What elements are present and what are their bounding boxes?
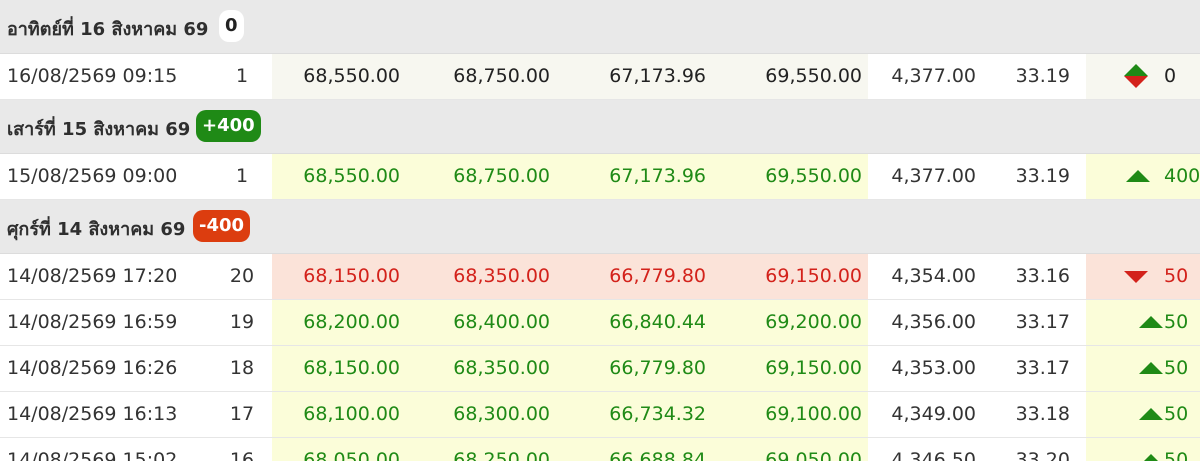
price-value-5: 4,353.00 xyxy=(868,346,982,391)
triangle-up-icon xyxy=(1126,170,1150,182)
price-value-4: 69,550.00 xyxy=(712,54,868,99)
price-value-2: 68,250.00 xyxy=(406,438,556,461)
price-value-1: 68,550.00 xyxy=(272,54,406,99)
day-change-badge: 0 xyxy=(219,10,244,42)
change-value: 400 xyxy=(1164,165,1200,187)
change-value: 50 xyxy=(1164,357,1189,379)
round-number: 18 xyxy=(229,357,255,379)
price-value-1: 68,550.00 xyxy=(272,154,406,199)
round-number: 17 xyxy=(229,403,255,425)
price-value-3: 66,840.44 xyxy=(556,300,712,345)
day-title: เสาร์ที่ 15 สิงหาคม 69 xyxy=(7,119,191,140)
change-value: 0 xyxy=(1164,65,1177,87)
price-value-6: 33.19 xyxy=(982,154,1076,199)
triangle-up-icon xyxy=(1139,408,1163,420)
price-value-6: 33.16 xyxy=(982,254,1076,299)
up-down-diamond-icon xyxy=(1124,64,1148,88)
price-value-2: 68,400.00 xyxy=(406,300,556,345)
change-cell: 0 xyxy=(1086,54,1200,99)
timestamp: 14/08/2569 16:26 xyxy=(7,357,178,379)
price-value-4: 69,200.00 xyxy=(712,300,868,345)
price-value-2: 68,750.00 xyxy=(406,54,556,99)
day-title: ศุกร์ที่ 14 สิงหาคม 69 xyxy=(7,219,186,240)
price-value-4: 69,050.00 xyxy=(712,438,868,461)
price-value-2: 68,300.00 xyxy=(406,392,556,437)
day-header[interactable]: อาทิตย์ที่ 16 สิงหาคม 69 0 xyxy=(0,0,1200,54)
price-value-4: 69,550.00 xyxy=(712,154,868,199)
day-change-badge: -400 xyxy=(193,210,251,242)
price-value-5: 4,354.00 xyxy=(868,254,982,299)
price-value-3: 67,173.96 xyxy=(556,54,712,99)
price-value-1: 68,150.00 xyxy=(272,346,406,391)
table-row[interactable]: 14/08/2569 17:20 20 68,150.00 68,350.00 … xyxy=(0,254,1200,300)
timestamp: 16/08/2569 09:15 xyxy=(7,65,178,87)
round-number: 1 xyxy=(235,165,249,187)
triangle-up-icon xyxy=(1139,362,1163,374)
table-row[interactable]: 14/08/2569 16:13 17 68,100.00 68,300.00 … xyxy=(0,392,1200,438)
change-value: 50 xyxy=(1164,449,1189,461)
round-number: 19 xyxy=(229,311,255,333)
triangle-up-icon xyxy=(1139,316,1163,328)
price-value-3: 66,734.32 xyxy=(556,392,712,437)
change-cell: 50 xyxy=(1086,438,1200,461)
price-value-6: 33.19 xyxy=(982,54,1076,99)
price-value-2: 68,350.00 xyxy=(406,346,556,391)
price-value-5: 4,356.00 xyxy=(868,300,982,345)
price-value-3: 66,779.80 xyxy=(556,254,712,299)
timestamp: 14/08/2569 15:02 xyxy=(7,449,178,461)
price-value-2: 68,350.00 xyxy=(406,254,556,299)
round-number: 1 xyxy=(235,65,249,87)
price-value-5: 4,377.00 xyxy=(868,54,982,99)
price-value-5: 4,349.00 xyxy=(868,392,982,437)
change-cell: 400 xyxy=(1086,154,1200,199)
table-row[interactable]: 14/08/2569 16:59 19 68,200.00 68,400.00 … xyxy=(0,300,1200,346)
price-value-5: 4,377.00 xyxy=(868,154,982,199)
table-row[interactable]: 16/08/2569 09:15 1 68,550.00 68,750.00 6… xyxy=(0,54,1200,100)
change-value: 50 xyxy=(1164,403,1189,425)
triangle-up-icon xyxy=(1139,454,1163,461)
change-cell: 50 xyxy=(1086,346,1200,391)
price-value-2: 68,750.00 xyxy=(406,154,556,199)
table-row[interactable]: 15/08/2569 09:00 1 68,550.00 68,750.00 6… xyxy=(0,154,1200,200)
timestamp: 15/08/2569 09:00 xyxy=(7,165,178,187)
change-cell: 50 xyxy=(1086,392,1200,437)
price-value-1: 68,150.00 xyxy=(272,254,406,299)
day-change-badge: +400 xyxy=(196,110,261,142)
table-row[interactable]: 14/08/2569 15:02 16 68,050.00 68,250.00 … xyxy=(0,438,1200,461)
timestamp: 14/08/2569 17:20 xyxy=(7,265,178,287)
price-value-6: 33.17 xyxy=(982,346,1076,391)
day-header[interactable]: เสาร์ที่ 15 สิงหาคม 69 +400 xyxy=(0,100,1200,154)
round-number: 20 xyxy=(229,265,255,287)
table-row[interactable]: 14/08/2569 16:26 18 68,150.00 68,350.00 … xyxy=(0,346,1200,392)
price-value-3: 66,779.80 xyxy=(556,346,712,391)
price-value-6: 33.20 xyxy=(982,438,1076,461)
price-value-4: 69,150.00 xyxy=(712,254,868,299)
triangle-down-icon xyxy=(1124,271,1148,283)
price-value-1: 68,200.00 xyxy=(272,300,406,345)
timestamp: 14/08/2569 16:59 xyxy=(7,311,178,333)
price-value-3: 67,173.96 xyxy=(556,154,712,199)
price-value-1: 68,050.00 xyxy=(272,438,406,461)
day-title: อาทิตย์ที่ 16 สิงหาคม 69 xyxy=(7,19,209,40)
change-cell: 50 xyxy=(1086,254,1200,299)
price-value-6: 33.17 xyxy=(982,300,1076,345)
price-value-6: 33.18 xyxy=(982,392,1076,437)
timestamp: 14/08/2569 16:13 xyxy=(7,403,178,425)
change-value: 50 xyxy=(1164,311,1189,333)
price-history-table: อาทิตย์ที่ 16 สิงหาคม 69 0 16/08/2569 09… xyxy=(0,0,1200,461)
price-value-3: 66,688.84 xyxy=(556,438,712,461)
price-value-5: 4,346.50 xyxy=(868,438,982,461)
price-value-4: 69,100.00 xyxy=(712,392,868,437)
change-value: 50 xyxy=(1164,265,1189,287)
price-value-1: 68,100.00 xyxy=(272,392,406,437)
day-header[interactable]: ศุกร์ที่ 14 สิงหาคม 69 -400 xyxy=(0,200,1200,254)
change-cell: 50 xyxy=(1086,300,1200,345)
price-value-4: 69,150.00 xyxy=(712,346,868,391)
round-number: 16 xyxy=(229,449,255,461)
